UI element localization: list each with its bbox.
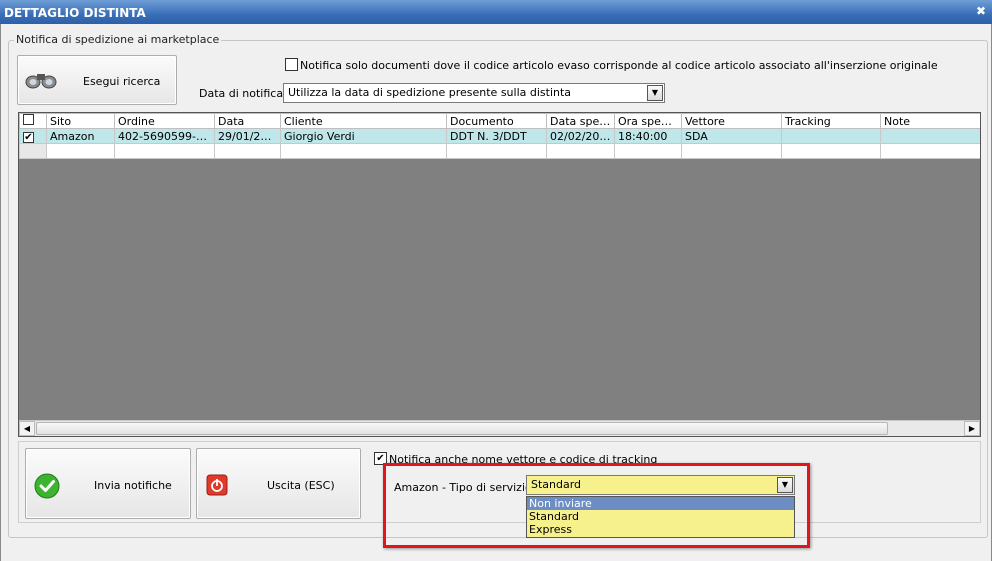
row-checkbox[interactable]: ✔ <box>23 131 34 143</box>
power-icon <box>206 474 228 499</box>
highlight-box <box>383 463 810 548</box>
column-header[interactable]: Note <box>880 113 980 129</box>
search-button-label: Esegui ricerca <box>83 75 161 88</box>
horizontal-scrollbar[interactable]: ◀ ▶ <box>19 420 980 436</box>
new-row-cell <box>19 143 47 159</box>
binoculars-icon <box>25 70 57 93</box>
column-header[interactable]: Ora spedi... <box>614 113 682 129</box>
group-legend: Notifica di spedizione ai marketplace <box>14 33 222 46</box>
table-cell[interactable] <box>214 143 281 159</box>
table-cell[interactable]: Giorgio Verdi <box>280 128 447 144</box>
new-row[interactable] <box>19 143 980 159</box>
column-header[interactable]: Data <box>214 113 281 129</box>
search-button[interactable]: Esegui ricerca <box>17 55 177 105</box>
notification-date-value: Utilizza la data di spedizione presente … <box>288 86 572 99</box>
exit-label: Uscita (ESC) <box>267 479 335 492</box>
select-all-header[interactable] <box>19 113 47 129</box>
scroll-thumb[interactable] <box>36 422 888 435</box>
table-cell[interactable] <box>614 143 682 159</box>
column-header[interactable]: Documento <box>446 113 547 129</box>
table-cell[interactable]: DDT N. 3/DDT <box>446 128 547 144</box>
column-header[interactable]: Data sped... <box>546 113 615 129</box>
notification-date-label: Data di notifica : <box>199 87 291 100</box>
table-cell[interactable]: 402-5690599-65... <box>114 128 215 144</box>
column-header[interactable]: Sito <box>46 113 115 129</box>
table-cell[interactable] <box>546 143 615 159</box>
chevron-down-icon[interactable]: ▼ <box>647 85 663 101</box>
table-cell[interactable]: 29/01/2016 <box>214 128 281 144</box>
close-icon[interactable]: ✖ <box>976 4 986 18</box>
exit-button[interactable]: Uscita (ESC) <box>196 448 361 519</box>
only-matching-label: Notifica solo documenti dove il codice a… <box>300 59 938 72</box>
shipments-grid: Sito Ordine Data Cliente Documento Data … <box>18 112 981 437</box>
table-cell[interactable] <box>781 143 881 159</box>
table-cell[interactable]: 02/02/2016 <box>546 128 615 144</box>
column-header[interactable]: Cliente <box>280 113 447 129</box>
table-cell[interactable] <box>446 143 547 159</box>
table-cell[interactable] <box>681 143 782 159</box>
send-notifications-label: Invia notifiche <box>94 479 172 492</box>
scroll-right-icon[interactable]: ▶ <box>964 421 980 436</box>
grid-header-row: Sito Ordine Data Cliente Documento Data … <box>19 113 980 129</box>
notification-date-select[interactable]: Utilizza la data di spedizione presente … <box>283 83 665 103</box>
title-bar: DETTAGLIO DISTINTA ✖ <box>0 0 992 24</box>
send-notifications-button[interactable]: Invia notifiche <box>25 448 191 519</box>
table-cell[interactable] <box>280 143 447 159</box>
only-matching-checkbox[interactable] <box>285 58 298 71</box>
select-all-checkbox[interactable] <box>23 114 34 125</box>
table-cell[interactable] <box>46 143 115 159</box>
window-title: DETTAGLIO DISTINTA <box>4 6 146 20</box>
scroll-left-icon[interactable]: ◀ <box>19 421 35 436</box>
table-cell[interactable] <box>114 143 215 159</box>
table-cell[interactable]: SDA <box>681 128 782 144</box>
column-header[interactable]: Tracking <box>781 113 881 129</box>
row-checkbox-cell[interactable]: ✔ <box>19 128 47 144</box>
table-row[interactable]: ✔ Amazon 402-5690599-65... 29/01/2016 Gi… <box>19 128 980 144</box>
table-cell[interactable] <box>880 143 980 159</box>
column-header[interactable]: Ordine <box>114 113 215 129</box>
table-cell[interactable]: 18:40:00 <box>614 128 682 144</box>
table-cell[interactable]: Amazon <box>46 128 115 144</box>
table-cell[interactable] <box>781 128 881 144</box>
column-header[interactable]: Vettore <box>681 113 782 129</box>
check-icon <box>34 473 60 502</box>
table-cell[interactable] <box>880 128 980 144</box>
